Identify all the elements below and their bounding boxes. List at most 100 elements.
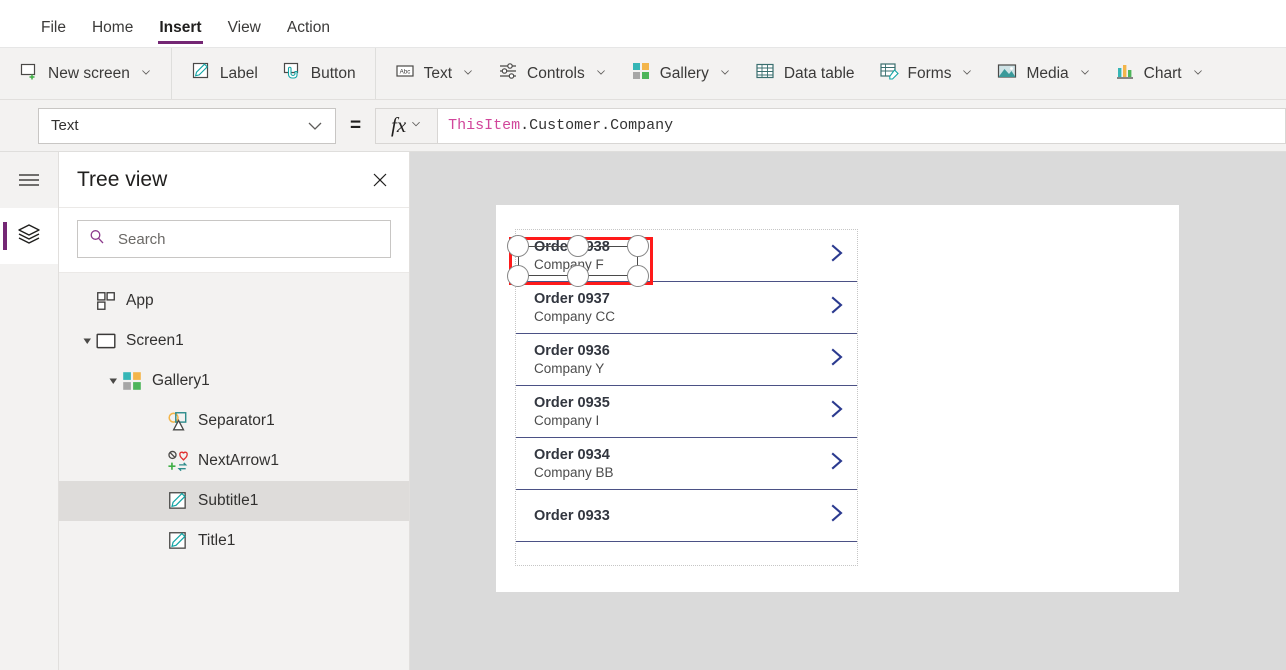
chevron-down-icon: [462, 66, 474, 81]
next-arrow-icon[interactable]: [827, 502, 849, 529]
gallery-item-subtitle: Company Y: [534, 361, 605, 376]
search-box[interactable]: [77, 220, 391, 258]
ribbon-button-media[interactable]: Media: [985, 55, 1102, 92]
property-select-value: Text: [51, 117, 79, 134]
tree-item-label: Gallery1: [152, 372, 210, 389]
tree-view-header: Tree view: [59, 152, 409, 208]
next-arrow-icon[interactable]: [827, 242, 849, 269]
formula-bar: Text = fx ThisItem .Customer.Company: [0, 100, 1286, 152]
menu-bar: File Home Insert View Action: [0, 0, 1286, 48]
chevron-down-icon: [1192, 66, 1204, 81]
gallery-item-subtitle: Company F: [534, 257, 604, 272]
tree-view-panel: Tree view App Screen1 Gallery1 Separator1 Ne…: [59, 152, 410, 670]
app-icon: [95, 290, 117, 312]
chevron-down-icon: [305, 116, 325, 136]
ribbon-button-label: Media: [1026, 64, 1069, 82]
ribbon-button-gallery[interactable]: Gallery: [619, 55, 743, 92]
menu-tab-file[interactable]: File: [28, 19, 79, 47]
chevron-down-icon: [1079, 66, 1091, 81]
formula-token: .Customer.Company: [520, 117, 674, 134]
ribbon-button-label: Controls: [527, 64, 585, 82]
ribbon-button-chart[interactable]: Chart: [1103, 55, 1216, 92]
search-icon: [88, 228, 106, 251]
chevron-down-icon: [595, 66, 607, 81]
ribbon-button-label[interactable]: Label: [179, 55, 270, 92]
menu-tab-action[interactable]: Action: [274, 19, 343, 47]
left-rail: [0, 152, 59, 670]
button-icon: [282, 61, 302, 86]
menu-tab-home[interactable]: Home: [79, 19, 146, 47]
gallery-item[interactable]: Order 0938 Company F: [516, 230, 857, 282]
ribbon-button-label: Data table: [783, 64, 855, 82]
controls-sliders-icon: [498, 61, 518, 86]
search-input[interactable]: [116, 229, 380, 249]
gallery-control[interactable]: Order 0938 Company F Order 0937 Company CC O…: [515, 229, 858, 566]
tree-list: App Screen1 Gallery1 Separator1 NextArrow1 Su…: [59, 273, 409, 670]
fx-button[interactable]: fx: [375, 107, 438, 144]
chevron-expanded-icon[interactable]: [79, 337, 95, 346]
forms-icon: [879, 61, 899, 86]
tree-item-title1[interactable]: Title1: [59, 521, 409, 561]
tree-item-screen1[interactable]: Screen1: [59, 321, 409, 361]
chevron-down-icon: [410, 117, 422, 135]
gallery-item-title: Order 0938: [534, 239, 610, 255]
ribbon-button-text[interactable]: Abc Text: [383, 55, 486, 92]
gallery-item[interactable]: Order 0936 Company Y: [516, 334, 857, 386]
ribbon-group-1: Label Button: [172, 48, 376, 99]
formula-input[interactable]: ThisItem .Customer.Company: [437, 107, 1286, 144]
next-arrow-icon[interactable]: [827, 398, 849, 425]
screen-canvas[interactable]: Order 0938 Company F Order 0937 Company CC O…: [496, 205, 1179, 592]
gallery-item-title: Order 0936: [534, 343, 610, 359]
gallery-item[interactable]: Order 0933: [516, 490, 857, 542]
gallery-item-text: Order 0936 Company Y: [534, 342, 827, 377]
next-arrow-icon[interactable]: [827, 294, 849, 321]
formula-token: ThisItem: [448, 117, 521, 134]
layers-icon: [16, 221, 42, 252]
gallery-item-title: Order 0933: [534, 507, 610, 524]
next-arrow-icon[interactable]: [827, 346, 849, 373]
equals-sign: =: [350, 114, 362, 136]
tree-item-label: Separator1: [198, 412, 275, 429]
gallery-item-text: Order 0937 Company CC: [534, 290, 827, 325]
gallery-item-title: Order 0937: [534, 291, 610, 307]
chevron-down-icon: [719, 66, 731, 81]
ribbon-button-button[interactable]: Button: [270, 55, 368, 92]
gallery-item[interactable]: Order 0935 Company I: [516, 386, 857, 438]
ribbon-button-label: Chart: [1143, 64, 1182, 82]
chevron-expanded-icon[interactable]: [105, 377, 121, 386]
menu-tab-view[interactable]: View: [215, 19, 274, 47]
tree-item-nextarrow1[interactable]: NextArrow1: [59, 441, 409, 481]
gallery-item[interactable]: Order 0937 Company CC: [516, 282, 857, 334]
ribbon-toolbar: New screen Label Button Abc Text Controls Gall…: [0, 48, 1286, 100]
tree-item-gallery1[interactable]: Gallery1: [59, 361, 409, 401]
gallery-item[interactable]: Order 0934 Company BB: [516, 438, 857, 490]
tree-item-subtitle1[interactable]: Subtitle1: [59, 481, 409, 521]
ribbon-button-label: Button: [310, 64, 356, 82]
menu-tab-insert[interactable]: Insert: [146, 19, 214, 47]
rail-item-tree-view[interactable]: [0, 208, 58, 264]
nextarrow-icon: [167, 450, 189, 472]
ribbon-button-new-screen[interactable]: New screen: [7, 55, 164, 92]
property-select[interactable]: Text: [38, 107, 336, 144]
screen-icon: [95, 330, 117, 352]
ribbon-button-controls[interactable]: Controls: [486, 55, 619, 92]
hamburger-icon[interactable]: [0, 152, 58, 208]
media-image-icon: [997, 61, 1017, 86]
svg-text:Abc: Abc: [399, 69, 410, 76]
fx-label: fx: [391, 113, 407, 137]
tree-item-label: Screen1: [126, 332, 184, 349]
gallery-squares-icon: [631, 61, 651, 86]
new-screen-icon: [19, 61, 39, 86]
ribbon-button-data-table[interactable]: Data table: [743, 55, 867, 92]
close-icon[interactable]: [367, 167, 393, 193]
chevron-down-icon: [140, 66, 152, 81]
canvas-area[interactable]: Order 0938 Company F Order 0937 Company CC O…: [410, 152, 1286, 670]
gallery-icon: [121, 370, 143, 392]
ribbon-button-label: New screen: [48, 64, 130, 82]
next-arrow-icon[interactable]: [827, 450, 849, 477]
ribbon-button-forms[interactable]: Forms: [867, 55, 986, 92]
tree-item-separator1[interactable]: Separator1: [59, 401, 409, 441]
tree-item-app[interactable]: App: [59, 281, 409, 321]
tree-item-label: Title1: [198, 532, 236, 549]
label-edit-icon: [167, 490, 189, 512]
